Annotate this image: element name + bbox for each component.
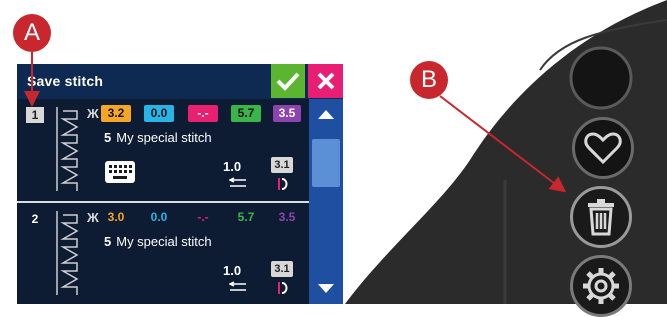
callout-arrows: [24, 52, 567, 193]
callout-b: B: [410, 61, 448, 99]
callout-a: A: [13, 14, 51, 52]
